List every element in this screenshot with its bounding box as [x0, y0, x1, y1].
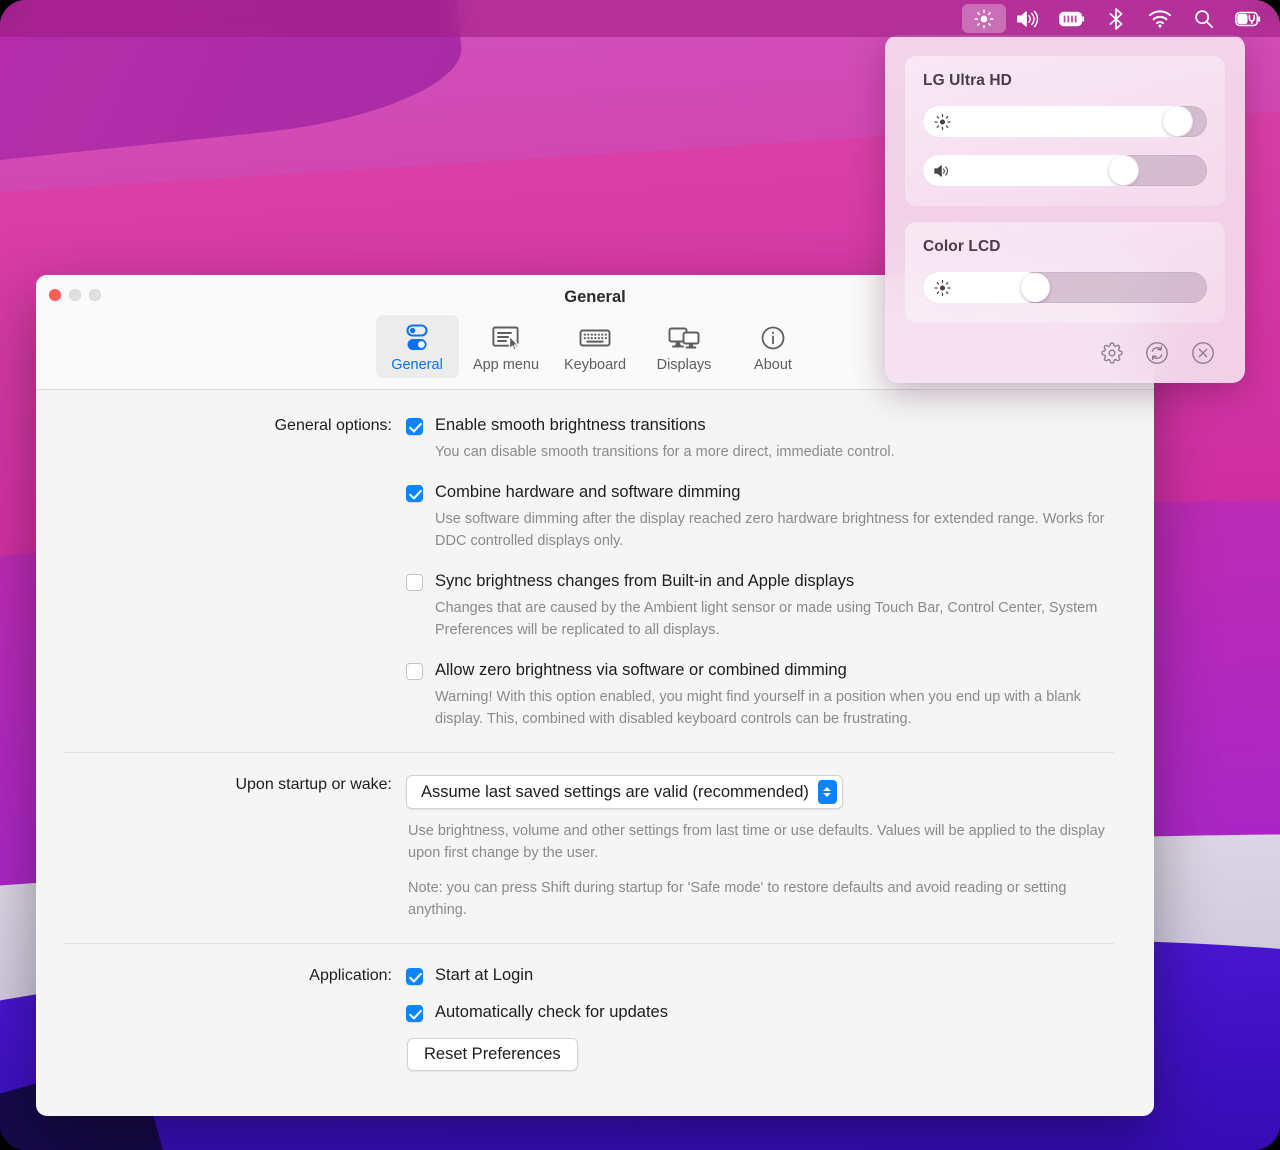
checkbox-allow-zero-brightness[interactable]: Allow zero brightness via software or co… [406, 661, 1114, 680]
speaker-icon [934, 163, 953, 178]
traffic-lights [49, 289, 101, 301]
checkbox-box[interactable] [406, 485, 423, 502]
tab-label: About [732, 357, 815, 373]
reset-preferences-button[interactable]: Reset Preferences [407, 1038, 578, 1071]
tab-about[interactable]: About [732, 315, 815, 378]
app-menu-icon [465, 321, 548, 355]
startup-hint: Use brightness, volume and other setting… [408, 821, 1108, 864]
zoom-button[interactable] [89, 289, 101, 301]
startup-popup-button[interactable]: Assume last saved settings are valid (re… [406, 775, 843, 809]
section-divider [64, 943, 1114, 944]
startup-note: Note: you can press Shift during startup… [408, 878, 1108, 921]
checkbox-combine-dimming[interactable]: Combine hardware and software dimming [406, 483, 1114, 502]
tab-keyboard[interactable]: Keyboard [554, 315, 637, 378]
wifi-menu-icon[interactable] [1138, 4, 1182, 33]
tab-label: Keyboard [554, 357, 637, 373]
checkbox-box[interactable] [406, 418, 423, 435]
sun-icon [934, 113, 951, 130]
volume-slider[interactable] [923, 155, 1207, 186]
preferences-content: General options: Enable smooth brightnes… [36, 390, 1154, 1071]
brightness-menu-icon[interactable] [962, 4, 1006, 33]
tab-general[interactable]: General [376, 315, 459, 378]
startup-selected-value: Assume last saved settings are valid (re… [421, 783, 809, 802]
info-icon [732, 321, 815, 355]
general-options-row: General options: Enable smooth brightnes… [36, 416, 1114, 730]
checkbox-label: Allow zero brightness via software or co… [435, 661, 847, 680]
desktop-screen: LG Ultra HD [0, 0, 1280, 1150]
battery-level-menu-icon[interactable] [1050, 4, 1094, 33]
checkbox-sync-brightness[interactable]: Sync brightness changes from Built-in an… [406, 572, 1114, 591]
battery-charging-menu-icon[interactable] [1226, 4, 1270, 33]
preferences-window: General General [36, 275, 1154, 1116]
checkbox-label: Combine hardware and software dimming [435, 483, 740, 502]
brightness-control-popup: LG Ultra HD [885, 35, 1245, 383]
tab-app-menu[interactable]: App menu [465, 315, 548, 378]
keyboard-icon [554, 321, 637, 355]
tab-label: Displays [643, 357, 726, 373]
application-label: Application: [36, 966, 406, 1071]
toggles-icon [376, 321, 459, 355]
checkbox-box[interactable] [406, 574, 423, 591]
menu-bar [0, 0, 1280, 37]
startup-row: Upon startup or wake: Assume last saved … [36, 775, 1114, 921]
checkbox-hint: Changes that are caused by the Ambient l… [435, 598, 1114, 641]
section-divider [64, 752, 1114, 753]
tab-label: General [376, 357, 459, 373]
settings-gear-icon[interactable] [1101, 342, 1123, 364]
display-card-builtin: Color LCD [905, 222, 1225, 323]
displays-icon [643, 321, 726, 355]
minimize-button[interactable] [69, 289, 81, 301]
chevron-updown-icon[interactable] [818, 780, 837, 804]
checkbox-box[interactable] [406, 1005, 423, 1022]
checkbox-box[interactable] [406, 968, 423, 985]
general-options-label: General options: [36, 416, 406, 730]
checkbox-label: Sync brightness changes from Built-in an… [435, 572, 854, 591]
brightness-slider[interactable] [923, 106, 1207, 137]
sun-icon [934, 279, 951, 296]
display-name-label: Color LCD [923, 238, 1207, 256]
refresh-icon[interactable] [1145, 341, 1169, 365]
popup-footer [905, 339, 1225, 371]
checkbox-label: Automatically check for updates [435, 1003, 668, 1022]
checkbox-box[interactable] [406, 663, 423, 680]
display-name-label: LG Ultra HD [923, 72, 1207, 90]
quit-close-icon[interactable] [1191, 341, 1215, 365]
bluetooth-menu-icon[interactable] [1094, 4, 1138, 33]
display-card-external: LG Ultra HD [905, 56, 1225, 206]
application-row: Application: Start at Login Automaticall… [36, 966, 1114, 1071]
startup-label: Upon startup or wake: [36, 775, 406, 921]
tab-label: App menu [465, 357, 548, 373]
spotlight-search-menu-icon[interactable] [1182, 4, 1226, 33]
tab-displays[interactable]: Displays [643, 315, 726, 378]
checkbox-hint: You can disable smooth transitions for a… [435, 442, 1114, 463]
checkbox-hint: Warning! With this option enabled, you m… [435, 687, 1114, 730]
checkbox-start-at-login[interactable]: Start at Login [406, 966, 1114, 985]
checkbox-smooth-transitions[interactable]: Enable smooth brightness transitions [406, 416, 1114, 435]
checkbox-auto-check-updates[interactable]: Automatically check for updates [406, 1003, 1114, 1022]
volume-menu-icon[interactable] [1006, 4, 1050, 33]
checkbox-label: Enable smooth brightness transitions [435, 416, 706, 435]
close-button[interactable] [49, 289, 61, 301]
brightness-slider[interactable] [923, 272, 1207, 303]
checkbox-hint: Use software dimming after the display r… [435, 509, 1114, 552]
checkbox-label: Start at Login [435, 966, 533, 985]
